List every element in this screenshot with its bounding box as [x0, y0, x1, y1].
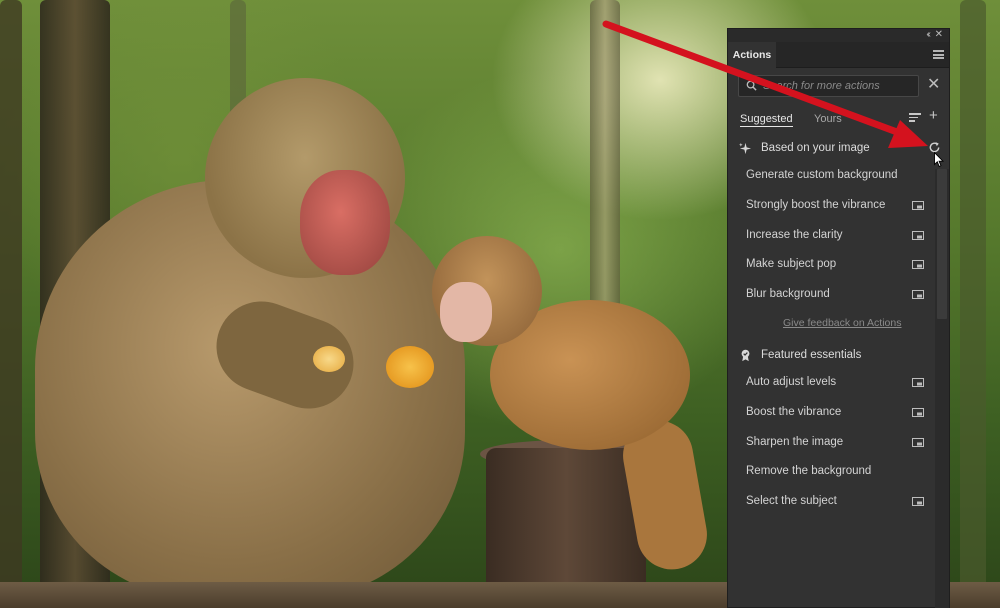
preview-icon[interactable] — [912, 377, 924, 388]
search-box[interactable] — [738, 75, 919, 97]
tab-suggested[interactable]: Suggested — [740, 113, 793, 127]
baby-monkey-face — [440, 282, 492, 342]
search-icon — [746, 80, 757, 91]
action-label: Remove the background — [746, 465, 872, 478]
preview-icon[interactable] — [912, 230, 924, 241]
tree-trunk — [0, 0, 22, 608]
feedback-row: Give feedback on Actions — [728, 311, 935, 343]
action-row-remove-background[interactable]: Remove the background — [728, 458, 935, 488]
action-label: Strongly boost the vibrance — [746, 198, 886, 211]
action-row-auto-adjust-levels[interactable]: Auto adjust levels — [728, 369, 935, 399]
action-row-select-subject[interactable]: Select the subject — [728, 488, 935, 518]
sparkle-icon — [739, 142, 752, 155]
tree-trunk — [960, 0, 986, 608]
tab-yours[interactable]: Yours — [814, 113, 842, 125]
action-row-boost-vibrance[interactable]: Boost the vibrance — [728, 399, 935, 429]
close-icon[interactable]: ✕ — [927, 77, 940, 93]
panel-menu-icon[interactable] — [933, 50, 944, 59]
preview-icon[interactable] — [912, 260, 924, 270]
feedback-link[interactable]: Give feedback on Actions — [783, 317, 902, 329]
preview-icon[interactable] — [912, 497, 924, 507]
collapse-icon[interactable]: ‹‹ — [926, 29, 930, 41]
panel-header-strip: ‹‹ ✕ — [728, 29, 949, 42]
orange-slice — [313, 346, 345, 372]
preview-icon[interactable] — [912, 290, 924, 300]
subtab-bar: Suggested Yours + — [728, 104, 949, 134]
actions-panel: ‹‹ ✕ Actions ✕ Suggested Yours + Based o… — [727, 28, 950, 608]
action-row-generate-custom-background[interactable]: Generate custom background — [728, 162, 935, 192]
scrollbar[interactable] — [935, 169, 949, 608]
orange-slice — [386, 346, 434, 388]
action-row-blur-background[interactable]: Blur background — [728, 281, 935, 311]
adult-monkey-face — [300, 170, 390, 275]
section-header-featured-essentials: Featured essentials — [728, 343, 935, 369]
actions-list: Based on your image Generate custom back… — [728, 136, 940, 518]
tab-actions[interactable]: Actions — [728, 42, 776, 68]
action-label: Select the subject — [746, 495, 837, 508]
search-row: ✕ — [728, 68, 949, 104]
badge-icon — [741, 349, 750, 362]
action-row-increase-clarity[interactable]: Increase the clarity — [728, 222, 935, 252]
section-title: Based on your image — [761, 142, 870, 154]
action-row-sharpen-image[interactable]: Sharpen the image — [728, 429, 935, 459]
sort-icon[interactable] — [909, 113, 921, 123]
action-label: Blur background — [746, 288, 830, 301]
action-label: Boost the vibrance — [746, 405, 842, 418]
action-row-make-subject-pop[interactable]: Make subject pop — [728, 251, 935, 281]
search-input[interactable] — [763, 77, 913, 95]
section-title: Featured essentials — [761, 348, 862, 361]
action-label: Increase the clarity — [746, 228, 843, 241]
action-label: Sharpen the image — [746, 435, 844, 448]
scrollbar-thumb[interactable] — [937, 169, 947, 319]
preview-icon[interactable] — [912, 437, 924, 448]
action-label: Generate custom background — [746, 169, 898, 181]
panel-tabbar: Actions — [728, 42, 949, 68]
preview-icon[interactable] — [912, 407, 924, 418]
action-row-strongly-boost-vibrance[interactable]: Strongly boost the vibrance — [728, 192, 935, 222]
action-label: Auto adjust levels — [746, 375, 837, 388]
preview-icon[interactable] — [912, 200, 924, 211]
close-panel-icon[interactable]: ✕ — [935, 29, 943, 41]
add-icon[interactable]: + — [929, 108, 938, 123]
action-label: Make subject pop — [746, 258, 837, 271]
section-header-based-on-image: Based on your image — [728, 136, 940, 162]
mouse-cursor-icon — [934, 152, 944, 168]
